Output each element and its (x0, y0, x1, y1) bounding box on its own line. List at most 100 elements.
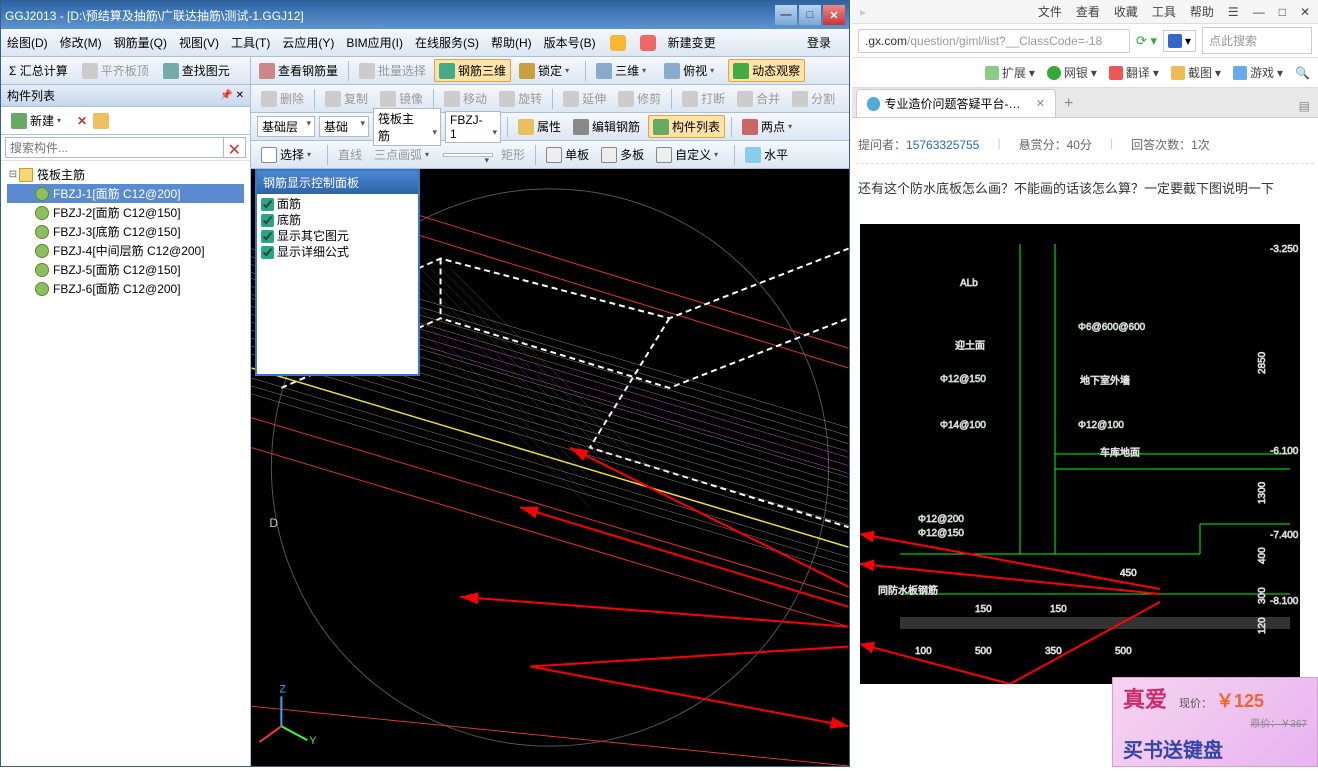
tree-item-2[interactable]: FBZJ-2[面筋 C12@150] (7, 203, 244, 222)
bt-translate[interactable]: 翻译 ▾ (1109, 64, 1159, 81)
tb-extend[interactable]: 延伸 (559, 88, 610, 109)
ad-banner[interactable]: 真爱 现价： ￥125 原价：￥367 买书送键盘 (1112, 677, 1318, 767)
tb-select[interactable]: 选择▾ (257, 144, 321, 165)
rebar-display-panel[interactable]: 钢筋显示控制面板 面筋 底筋 显示其它图元 显示详细公式 (255, 169, 420, 376)
bwin-min[interactable]: — (1253, 5, 1265, 19)
window-close-button[interactable]: ✕ (823, 5, 845, 25)
tb-complist[interactable]: 构件列表 (648, 115, 725, 138)
tb-split[interactable]: 分割 (788, 88, 839, 109)
menu-rebar[interactable]: 钢筋量(Q) (114, 34, 167, 51)
tb-lock[interactable]: 锁定▾ (515, 60, 579, 81)
tb-twopoint[interactable]: 两点▾ (738, 116, 802, 137)
menu-new-change[interactable]: 新建变更 (668, 34, 716, 51)
tree-item-5[interactable]: FBZJ-5[面筋 C12@150] (7, 260, 244, 279)
tb-flat[interactable]: 平齐板顶 (78, 60, 153, 81)
bmenu-help[interactable]: 帮助 (1190, 3, 1214, 20)
tb-3d[interactable]: 三维▾ (592, 60, 656, 81)
category-select[interactable]: 基础 (319, 116, 369, 137)
menu-online[interactable]: 在线服务(S) (415, 34, 479, 51)
tb-rotate[interactable]: 旋转 (495, 88, 546, 109)
tb-props[interactable]: 属性 (514, 116, 565, 137)
tb-single[interactable]: 单板 (542, 144, 593, 165)
cb-detail-formula[interactable]: 显示详细公式 (261, 244, 414, 260)
tb-multi[interactable]: 多板 (597, 144, 648, 165)
collapse-icon[interactable]: ⊟ (7, 169, 19, 180)
tb-trim[interactable]: 修剪 (614, 88, 665, 109)
tb-delete[interactable]: 删除 (257, 88, 308, 109)
component-select[interactable]: FBZJ-1 (445, 111, 501, 143)
menu-help[interactable]: 帮助(H) (491, 34, 532, 51)
tree-item-1[interactable]: FBZJ-1[面筋 C12@200] (7, 184, 244, 203)
login-link[interactable]: 登录 (807, 34, 831, 51)
menu-view[interactable]: 视图(V) (179, 34, 219, 51)
tb-topview[interactable]: 俯视▾ (660, 60, 724, 81)
window-minimize-button[interactable]: — (775, 5, 797, 25)
tb-copy[interactable]: 复制 (321, 88, 372, 109)
tb-horiz[interactable]: 水平 (741, 144, 792, 165)
tb-editrebar[interactable]: 编辑钢筋 (569, 116, 644, 137)
tb-view-rebar[interactable]: 查看钢筋量 (255, 60, 342, 81)
tb-merge[interactable]: 合并 (733, 88, 784, 109)
menu-version[interactable]: 版本号(B) (544, 34, 596, 51)
tb-arc[interactable]: 三点画弧▾ (370, 144, 439, 165)
cb-other-elements[interactable]: 显示其它图元 (261, 228, 414, 244)
delete-icon[interactable]: ✕ (77, 114, 87, 128)
bmenu-view[interactable]: 查看 (1076, 3, 1100, 20)
tb-sigma[interactable]: Σ 汇总计算 (5, 60, 72, 81)
bt-ext[interactable]: 扩展 ▾ (985, 64, 1035, 81)
tb-break[interactable]: 打断 (678, 88, 729, 109)
window-maximize-button[interactable]: □ (799, 5, 821, 25)
tb-batch[interactable]: 批量选择 (355, 60, 430, 81)
search-engine-select[interactable]: ▾ (1163, 30, 1196, 52)
browser-search-input[interactable]: 点此搜索 (1202, 27, 1312, 54)
menu-cloud[interactable]: 云应用(Y) (282, 34, 334, 51)
tb-mirror[interactable]: 镜像 (376, 88, 427, 109)
bmenu-menu-icon[interactable]: ☰ (1228, 5, 1239, 19)
refresh-icon[interactable]: ⟳ ▾ (1136, 33, 1157, 49)
tb-rect[interactable]: 矩形 (497, 144, 529, 165)
bmenu-tool[interactable]: 工具 (1152, 3, 1176, 20)
tb-move[interactable]: 移动 (440, 88, 491, 109)
tree-item-3[interactable]: FBZJ-3[底筋 C12@150] (7, 222, 244, 241)
bwin-close[interactable]: ✕ (1300, 5, 1310, 19)
bt-more-icon[interactable]: 🔍 (1295, 66, 1310, 80)
active-tab[interactable]: 专业造价问题答疑平台-广联达! ✕ (856, 89, 1056, 117)
tree-item-6[interactable]: FBZJ-6[面筋 C12@200] (7, 279, 244, 298)
bmenu-file[interactable]: 文件 (1038, 3, 1062, 20)
tb-line[interactable]: 直线 (334, 144, 366, 165)
bmenu-fav[interactable]: 收藏 (1114, 3, 1138, 20)
tb-rebar3d[interactable]: 钢筋三维 (434, 59, 511, 82)
clear-search-icon[interactable]: ✕ (224, 137, 246, 158)
tb-dynobs[interactable]: 动态观察 (728, 59, 805, 82)
component-search-input[interactable] (5, 137, 224, 158)
layer-select[interactable]: 基础层 (257, 116, 315, 137)
tree-root[interactable]: ⊟ 筏板主筋 (7, 165, 244, 184)
tree-item-4[interactable]: FBZJ-4[中间层筋 C12@200] (7, 241, 244, 260)
bt-bank[interactable]: 网银 ▾ (1047, 64, 1097, 81)
type-select[interactable]: 筏板主筋 (373, 108, 441, 146)
url-input[interactable]: .gx.com/question/giml/list?__ClassCode=-… (858, 29, 1130, 53)
tb-custom[interactable]: 自定义▾ (652, 144, 728, 165)
menu-icon-2[interactable] (640, 35, 656, 51)
menu-modify[interactable]: 修改(M) (60, 34, 102, 51)
copy-icon[interactable] (93, 113, 109, 129)
bt-screenshot[interactable]: 截图 ▾ (1171, 64, 1221, 81)
cb-bottom-rebar[interactable]: 底筋 (261, 212, 414, 228)
float-panel-title[interactable]: 钢筋显示控制面板 (257, 171, 418, 194)
asker-link[interactable]: 15763325755 (906, 138, 979, 152)
tab-list-icon[interactable]: ▤ (1295, 95, 1314, 117)
new-tab-button[interactable]: + (1056, 91, 1081, 117)
menu-icon-1[interactable] (610, 35, 626, 51)
cb-top-rebar[interactable]: 面筋 (261, 196, 414, 212)
pin-icon[interactable]: 📌 ✕ (220, 90, 244, 101)
bwin-max[interactable]: □ (1279, 5, 1286, 19)
new-button[interactable]: 新建▾ (7, 110, 71, 131)
arc-opt[interactable] (443, 153, 493, 157)
tb-find[interactable]: 查找图元 (159, 60, 234, 81)
menu-draw[interactable]: 绘图(D) (7, 34, 48, 51)
bt-game[interactable]: 游戏 ▾ (1233, 64, 1283, 81)
bounty-value: 40分 (1067, 138, 1092, 152)
menu-tool[interactable]: 工具(T) (231, 34, 270, 51)
tab-close-icon[interactable]: ✕ (1036, 97, 1045, 110)
menu-bim[interactable]: BIM应用(I) (346, 34, 403, 51)
